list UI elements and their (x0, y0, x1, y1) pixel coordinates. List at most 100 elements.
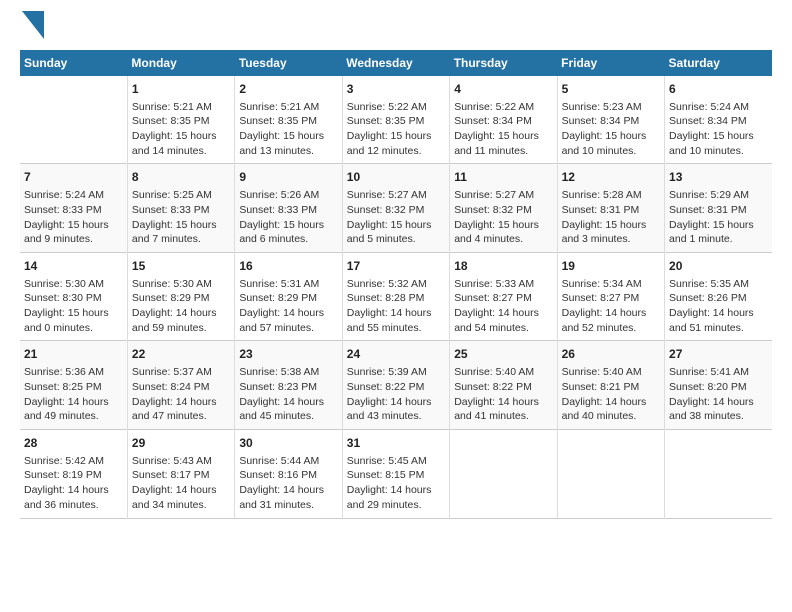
day-cell (20, 76, 127, 164)
day-number: 30 (239, 435, 337, 452)
day-cell: 4Sunrise: 5:22 AM Sunset: 8:34 PM Daylig… (450, 76, 557, 164)
day-number: 6 (669, 81, 768, 98)
day-number: 14 (24, 258, 123, 275)
week-row-3: 14 Sunrise: 5:30 AM Sunset: 8:30 PM Dayli… (20, 252, 772, 341)
day-number: 31 (347, 435, 445, 452)
day-info: Sunrise: 5:21 AM Sunset: 8:35 PM Dayligh… (239, 100, 337, 159)
day-cell: 9 Sunrise: 5:26 AM Sunset: 8:33 PM Daylig… (235, 164, 342, 253)
col-header-saturday: Saturday (665, 50, 772, 76)
day-cell: 13 Sunrise: 5:29 AM Sunset: 8:31 PM Dayli… (665, 164, 772, 253)
day-number: 18 (454, 258, 552, 275)
day-cell: 17 Sunrise: 5:32 AM Sunset: 8:28 PM Dayli… (342, 252, 449, 341)
day-number: 26 (562, 346, 660, 363)
week-row-1: 1Sunrise: 5:21 AM Sunset: 8:35 PM Daylig… (20, 76, 772, 164)
day-number: 7 (24, 169, 123, 186)
day-cell: 16 Sunrise: 5:31 AM Sunset: 8:29 PM Dayli… (235, 252, 342, 341)
day-cell: 7 Sunrise: 5:24 AM Sunset: 8:33 PM Daylig… (20, 164, 127, 253)
day-info: Sunrise: 5:23 AM Sunset: 8:34 PM Dayligh… (562, 100, 660, 159)
day-cell: 20 Sunrise: 5:35 AM Sunset: 8:26 PM Dayli… (665, 252, 772, 341)
day-number: 15 (132, 258, 230, 275)
day-number: 27 (669, 346, 768, 363)
day-cell: 30 Sunrise: 5:44 AM Sunset: 8:16 PM Dayli… (235, 429, 342, 518)
week-row-2: 7 Sunrise: 5:24 AM Sunset: 8:33 PM Daylig… (20, 164, 772, 253)
day-number: 17 (347, 258, 445, 275)
day-number: 8 (132, 169, 230, 186)
col-header-thursday: Thursday (450, 50, 557, 76)
day-number: 5 (562, 81, 660, 98)
day-cell: 10 Sunrise: 5:27 AM Sunset: 8:32 PM Dayli… (342, 164, 449, 253)
day-info: Sunrise: 5:22 AM Sunset: 8:34 PM Dayligh… (454, 100, 552, 159)
day-info: Sunrise: 5:24 AM Sunset: 8:34 PM Dayligh… (669, 100, 768, 159)
col-header-monday: Monday (127, 50, 234, 76)
day-cell: 21 Sunrise: 5:36 AM Sunset: 8:25 PM Dayli… (20, 341, 127, 430)
day-number: 24 (347, 346, 445, 363)
logo (20, 20, 44, 40)
day-info: Sunrise: 5:30 AM Sunset: 8:29 PM Dayligh… (132, 277, 230, 336)
day-cell: 11 Sunrise: 5:27 AM Sunset: 8:32 PM Dayli… (450, 164, 557, 253)
calendar-header: SundayMondayTuesdayWednesdayThursdayFrid… (20, 50, 772, 76)
day-cell: 31 Sunrise: 5:45 AM Sunset: 8:15 PM Dayli… (342, 429, 449, 518)
day-cell (450, 429, 557, 518)
day-cell: 2 Sunrise: 5:21 AM Sunset: 8:35 PM Daylig… (235, 76, 342, 164)
day-info: Sunrise: 5:45 AM Sunset: 8:15 PM Dayligh… (347, 454, 445, 513)
day-number: 20 (669, 258, 768, 275)
day-number: 25 (454, 346, 552, 363)
day-cell (557, 429, 664, 518)
day-cell: 26 Sunrise: 5:40 AM Sunset: 8:21 PM Dayli… (557, 341, 664, 430)
day-info: Sunrise: 5:32 AM Sunset: 8:28 PM Dayligh… (347, 277, 445, 336)
day-number: 23 (239, 346, 337, 363)
day-cell: 5 Sunrise: 5:23 AM Sunset: 8:34 PM Daylig… (557, 76, 664, 164)
day-cell: 14 Sunrise: 5:30 AM Sunset: 8:30 PM Dayli… (20, 252, 127, 341)
day-info: Sunrise: 5:37 AM Sunset: 8:24 PM Dayligh… (132, 365, 230, 424)
day-cell: 25 Sunrise: 5:40 AM Sunset: 8:22 PM Dayli… (450, 341, 557, 430)
day-cell: 18 Sunrise: 5:33 AM Sunset: 8:27 PM Dayli… (450, 252, 557, 341)
day-info: Sunrise: 5:22 AM Sunset: 8:35 PM Dayligh… (347, 100, 445, 159)
day-info: Sunrise: 5:21 AM Sunset: 8:35 PM Dayligh… (132, 100, 230, 159)
col-header-wednesday: Wednesday (342, 50, 449, 76)
day-info: Sunrise: 5:40 AM Sunset: 8:21 PM Dayligh… (562, 365, 660, 424)
day-info: Sunrise: 5:33 AM Sunset: 8:27 PM Dayligh… (454, 277, 552, 336)
day-info: Sunrise: 5:24 AM Sunset: 8:33 PM Dayligh… (24, 188, 123, 247)
day-info: Sunrise: 5:35 AM Sunset: 8:26 PM Dayligh… (669, 277, 768, 336)
day-number: 16 (239, 258, 337, 275)
day-info: Sunrise: 5:36 AM Sunset: 8:25 PM Dayligh… (24, 365, 123, 424)
day-info: Sunrise: 5:30 AM Sunset: 8:30 PM Dayligh… (24, 277, 123, 336)
day-info: Sunrise: 5:44 AM Sunset: 8:16 PM Dayligh… (239, 454, 337, 513)
day-cell: 12Sunrise: 5:28 AM Sunset: 8:31 PM Dayli… (557, 164, 664, 253)
page-header (20, 20, 772, 40)
day-info: Sunrise: 5:25 AM Sunset: 8:33 PM Dayligh… (132, 188, 230, 247)
calendar-table: SundayMondayTuesdayWednesdayThursdayFrid… (20, 50, 772, 519)
day-info: Sunrise: 5:28 AM Sunset: 8:31 PM Dayligh… (562, 188, 660, 247)
col-header-sunday: Sunday (20, 50, 127, 76)
day-number: 10 (347, 169, 445, 186)
day-info: Sunrise: 5:40 AM Sunset: 8:22 PM Dayligh… (454, 365, 552, 424)
day-info: Sunrise: 5:29 AM Sunset: 8:31 PM Dayligh… (669, 188, 768, 247)
day-info: Sunrise: 5:43 AM Sunset: 8:17 PM Dayligh… (132, 454, 230, 513)
day-cell: 27 Sunrise: 5:41 AM Sunset: 8:20 PM Dayli… (665, 341, 772, 430)
day-number: 9 (239, 169, 337, 186)
day-info: Sunrise: 5:26 AM Sunset: 8:33 PM Dayligh… (239, 188, 337, 247)
logo-icon (22, 11, 44, 39)
day-info: Sunrise: 5:34 AM Sunset: 8:27 PM Dayligh… (562, 277, 660, 336)
day-cell: 19Sunrise: 5:34 AM Sunset: 8:27 PM Dayli… (557, 252, 664, 341)
col-header-friday: Friday (557, 50, 664, 76)
day-cell: 1Sunrise: 5:21 AM Sunset: 8:35 PM Daylig… (127, 76, 234, 164)
day-cell: 28Sunrise: 5:42 AM Sunset: 8:19 PM Dayli… (20, 429, 127, 518)
week-row-5: 28Sunrise: 5:42 AM Sunset: 8:19 PM Dayli… (20, 429, 772, 518)
day-info: Sunrise: 5:41 AM Sunset: 8:20 PM Dayligh… (669, 365, 768, 424)
day-number: 21 (24, 346, 123, 363)
day-cell: 22 Sunrise: 5:37 AM Sunset: 8:24 PM Dayli… (127, 341, 234, 430)
day-number: 13 (669, 169, 768, 186)
day-cell: 24Sunrise: 5:39 AM Sunset: 8:22 PM Dayli… (342, 341, 449, 430)
day-cell: 3 Sunrise: 5:22 AM Sunset: 8:35 PM Daylig… (342, 76, 449, 164)
day-number: 11 (454, 169, 552, 186)
day-cell: 23Sunrise: 5:38 AM Sunset: 8:23 PM Dayli… (235, 341, 342, 430)
day-number: 2 (239, 81, 337, 98)
day-info: Sunrise: 5:27 AM Sunset: 8:32 PM Dayligh… (454, 188, 552, 247)
day-info: Sunrise: 5:31 AM Sunset: 8:29 PM Dayligh… (239, 277, 337, 336)
col-header-tuesday: Tuesday (235, 50, 342, 76)
day-number: 3 (347, 81, 445, 98)
day-number: 28 (24, 435, 123, 452)
day-number: 22 (132, 346, 230, 363)
day-info: Sunrise: 5:27 AM Sunset: 8:32 PM Dayligh… (347, 188, 445, 247)
